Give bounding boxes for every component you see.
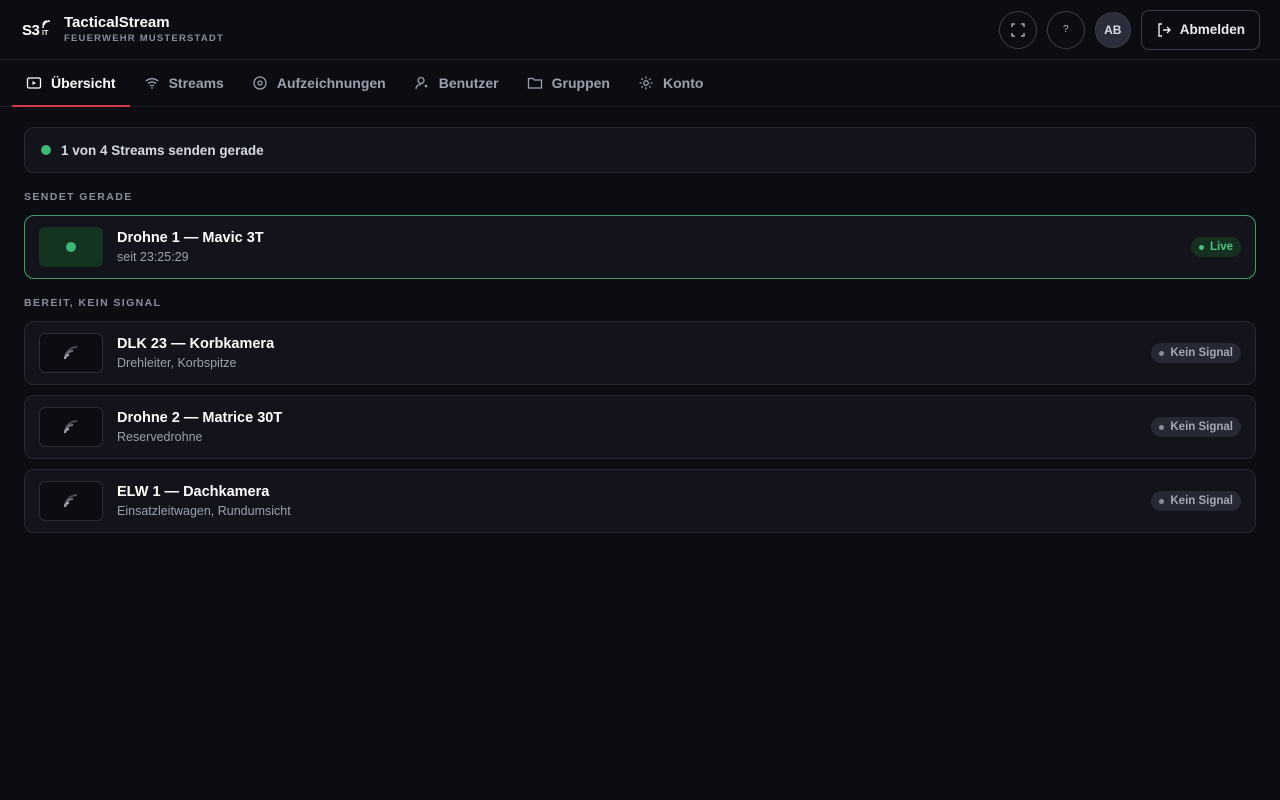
app-title: TacticalStream xyxy=(64,14,170,31)
badge-dot-icon xyxy=(1159,350,1165,356)
badge-dot-icon xyxy=(1159,498,1165,504)
user-icon xyxy=(415,76,428,90)
header-actions: ? AB Abmelden xyxy=(998,9,1260,50)
fullscreen-button[interactable] xyxy=(998,10,1037,49)
badge-label: Kein Signal xyxy=(1170,495,1233,507)
stream-thumbnail xyxy=(39,407,103,447)
tab-streams[interactable]: Streams xyxy=(130,60,238,106)
avatar[interactable]: AB xyxy=(1094,11,1131,48)
stream-meta: Reservedrohne xyxy=(117,429,203,444)
logo-sub-text: IT xyxy=(42,29,49,37)
help-icon: ? xyxy=(1062,24,1069,35)
logout-button[interactable]: Abmelden xyxy=(1140,9,1260,50)
status-dot-icon xyxy=(41,145,51,155)
record-icon xyxy=(253,76,267,90)
tab-gruppen[interactable]: Gruppen xyxy=(513,60,624,106)
stream-meta: Drehleiter, Korbspitze xyxy=(117,355,237,370)
tab-label: Übersicht xyxy=(51,75,116,91)
signal-icon xyxy=(64,346,78,360)
tab-konto[interactable]: Konto xyxy=(624,60,717,106)
status-badge: Kein Signal xyxy=(1151,491,1241,511)
tab-label: Benutzer xyxy=(438,75,499,91)
play-icon xyxy=(26,77,42,89)
org-subtitle: FEUERWEHR MUSTERSTADT xyxy=(64,33,224,44)
tab-uebersicht[interactable]: Übersicht xyxy=(12,60,130,107)
stream-meta: seit 23:25:29 xyxy=(117,249,189,264)
status-badge: Kein Signal xyxy=(1151,417,1241,437)
gear-icon xyxy=(639,76,653,90)
logout-icon xyxy=(1158,22,1171,37)
badge-label: Kein Signal xyxy=(1170,347,1233,359)
folder-icon xyxy=(527,77,542,89)
stream-card-live[interactable]: Drohne 1 — Mavic 3T seit 23:25:29 Live xyxy=(24,215,1256,279)
stream-card-idle[interactable]: Drohne 2 — Matrice 30T Reservedrohne Kei… xyxy=(24,395,1256,459)
stream-card-idle[interactable]: ELW 1 — Dachkamera Einsatzleitwagen, Run… xyxy=(24,469,1256,533)
brand: S3 IT TacticalStream FEUERWEHR MUSTERSTA… xyxy=(22,14,224,45)
help-button[interactable]: ? xyxy=(1046,10,1085,49)
signal-icon xyxy=(64,420,78,434)
logo-signal-icon xyxy=(42,19,51,28)
tab-benutzer[interactable]: Benutzer xyxy=(400,60,513,106)
section-title-live: SENDET GERADE xyxy=(24,191,133,203)
summary-text: 1 von 4 Streams senden gerade xyxy=(61,142,264,158)
signal-icon xyxy=(64,494,78,508)
status-badge: Live xyxy=(1190,237,1241,257)
badge-dot-icon xyxy=(1159,424,1165,430)
stream-card-idle[interactable]: DLK 23 — Korbkamera Drehleiter, Korbspit… xyxy=(24,321,1256,385)
stream-name: ELW 1 — Dachkamera xyxy=(117,483,270,500)
stream-thumbnail xyxy=(39,481,103,521)
app-header: S3 IT TacticalStream FEUERWEHR MUSTERSTA… xyxy=(0,0,1280,60)
tab-label: Streams xyxy=(168,75,224,91)
s3it-logo: S3 IT xyxy=(22,19,51,41)
brand-text: TacticalStream FEUERWEHR MUSTERSTADT xyxy=(64,14,224,45)
status-badge: Kein Signal xyxy=(1151,343,1241,363)
tab-label: Konto xyxy=(662,75,704,91)
wifi-icon xyxy=(145,78,159,89)
stream-name: Drohne 1 — Mavic 3T xyxy=(117,229,264,246)
logout-label: Abmelden xyxy=(1179,22,1245,37)
tab-label: Gruppen xyxy=(551,75,610,91)
stream-name: DLK 23 — Korbkamera xyxy=(117,335,275,352)
badge-label: Live xyxy=(1209,241,1233,253)
section-title-idle: BEREIT, KEIN SIGNAL xyxy=(24,297,162,309)
main-tabs: Übersicht Streams Aufzeichnungen Benutze… xyxy=(0,60,1280,107)
logo-main-text: S3 xyxy=(22,21,40,39)
badge-dot-icon xyxy=(1198,244,1204,250)
stream-thumbnail xyxy=(39,227,103,267)
stream-summary: 1 von 4 Streams senden gerade xyxy=(24,127,1256,173)
stream-thumbnail xyxy=(39,333,103,373)
live-indicator-icon xyxy=(66,242,76,252)
badge-label: Kein Signal xyxy=(1170,421,1233,433)
tab-label: Aufzeichnungen xyxy=(276,75,386,91)
tab-aufzeichnungen[interactable]: Aufzeichnungen xyxy=(238,60,400,106)
main-content: 1 von 4 Streams senden gerade SENDET GER… xyxy=(0,107,1280,563)
stream-name: Drohne 2 — Matrice 30T xyxy=(117,409,283,426)
stream-meta: Einsatzleitwagen, Rundumsicht xyxy=(117,503,291,518)
fullscreen-icon xyxy=(1011,22,1025,37)
